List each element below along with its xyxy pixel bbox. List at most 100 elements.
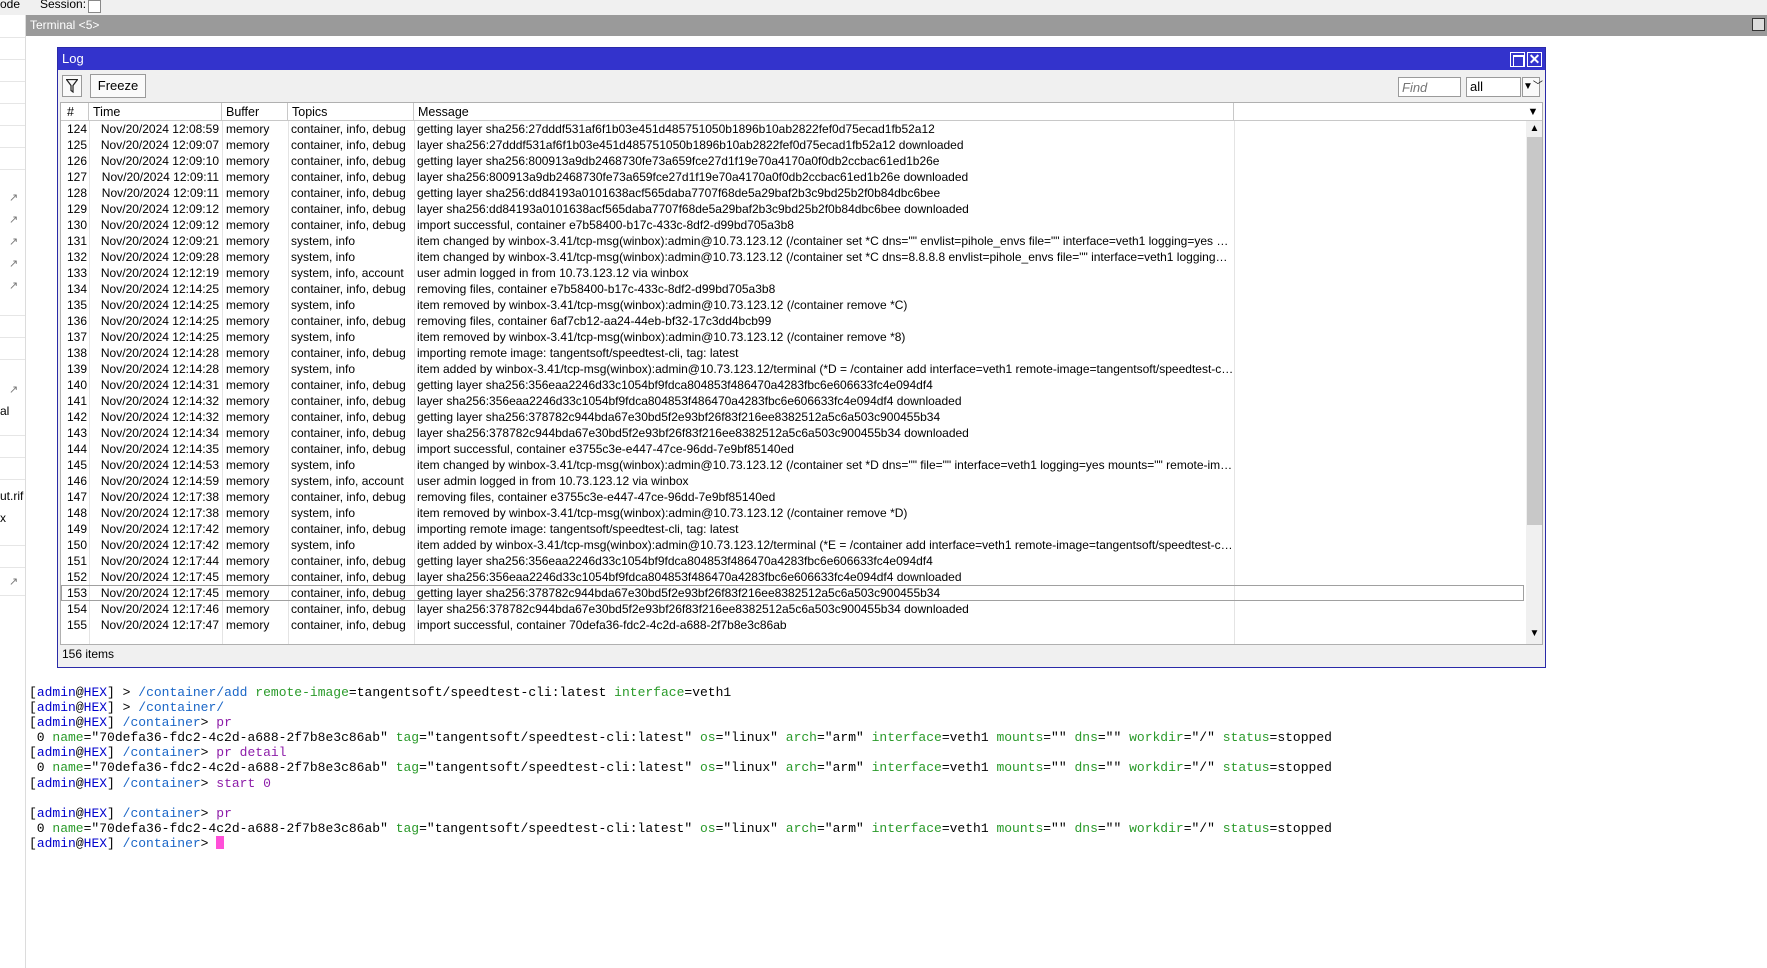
column-header-message[interactable]: Message — [414, 103, 1234, 121]
chevron-down-icon[interactable]: ▼ — [1524, 103, 1542, 121]
expand-arrow-icon[interactable]: ↗ — [9, 213, 18, 226]
freeze-button[interactable]: Freeze — [90, 74, 146, 98]
table-row[interactable]: 137 Nov/20/2024 12:14:25 memory system, inf… — [61, 329, 1524, 345]
table-row[interactable]: 141 Nov/20/2024 12:14:32 memory container, … — [61, 393, 1524, 409]
table-row[interactable]: 154 Nov/20/2024 12:17:46 memory container, … — [61, 601, 1524, 617]
table-row[interactable]: 153 Nov/20/2024 12:17:45 memory container, … — [61, 585, 1524, 601]
table-row[interactable]: 144 Nov/20/2024 12:14:35 memory container, … — [61, 441, 1524, 457]
table-row[interactable]: 143 Nov/20/2024 12:14:34 memory container, … — [61, 425, 1524, 441]
cell-message: importing remote image: tangentsoft/spee… — [417, 346, 739, 360]
table-row[interactable]: 131 Nov/20/2024 12:09:21 memory system, inf… — [61, 233, 1524, 249]
cell-num: 128 — [66, 186, 87, 200]
console-token: tag — [395, 760, 420, 776]
terminal-title-bar[interactable]: Terminal <5> — [26, 15, 1767, 36]
cell-buffer: memory — [226, 202, 270, 216]
gutter-divider — [0, 595, 25, 596]
cell-topics: system, info — [291, 362, 356, 376]
close-icon[interactable]: ✕ — [1527, 52, 1542, 67]
cell-topics: system, info — [291, 298, 356, 312]
table-row[interactable]: 126 Nov/20/2024 12:09:10 memory container, … — [61, 153, 1524, 169]
table-row[interactable]: 127 Nov/20/2024 12:09:11 memory container, … — [61, 169, 1524, 185]
table-row[interactable]: 139 Nov/20/2024 12:14:28 memory system, inf… — [61, 361, 1524, 377]
cell-buffer: memory — [226, 282, 270, 296]
vertical-scrollbar[interactable]: ▲ ▼ — [1526, 121, 1542, 644]
table-row[interactable]: 133 Nov/20/2024 12:12:19 memory system, inf… — [61, 265, 1524, 281]
column-header-topics[interactable]: Topics — [288, 103, 414, 121]
cell-message: getting layer sha256:356eaa2246d33c1054b… — [417, 378, 933, 392]
table-row[interactable]: 155 Nov/20/2024 12:17:47 memory container, … — [61, 617, 1524, 633]
cell-message: removing files, container e3755c3e-e447-… — [417, 490, 776, 504]
table-row[interactable]: 147 Nov/20/2024 12:17:38 memory container, … — [61, 489, 1524, 505]
table-row[interactable]: 129 Nov/20/2024 12:09:12 memory container, … — [61, 201, 1524, 217]
table-row[interactable]: 148 Nov/20/2024 12:17:38 memory system, inf… — [61, 505, 1524, 521]
log-title-bar[interactable]: Log — [58, 48, 1545, 70]
table-row[interactable]: 135 Nov/20/2024 12:14:25 memory system, inf… — [61, 297, 1524, 313]
table-row[interactable]: 145 Nov/20/2024 12:14:53 memory system, inf… — [61, 457, 1524, 473]
console-token: =stopped — [1269, 760, 1332, 776]
console-token: interface — [871, 820, 942, 836]
table-row[interactable]: 138 Nov/20/2024 12:14:28 memory container, … — [61, 345, 1524, 361]
cell-num: 126 — [66, 154, 87, 168]
cell-time: Nov/20/2024 12:14:25 — [100, 298, 219, 312]
table-row[interactable]: 150 Nov/20/2024 12:17:42 memory system, inf… — [61, 537, 1524, 553]
cell-num: 143 — [66, 426, 87, 440]
filter-select[interactable]: all — [1466, 77, 1521, 97]
session-checkbox[interactable] — [88, 0, 101, 13]
cell-time: Nov/20/2024 12:14:35 — [100, 442, 219, 456]
chevron-down-icon[interactable]: ▼﹀ — [1522, 77, 1543, 97]
console-token: HEX — [83, 715, 108, 731]
table-row[interactable]: 151 Nov/20/2024 12:17:44 memory container, … — [61, 553, 1524, 569]
console-token: tag — [395, 820, 420, 836]
gutter-divider — [0, 147, 25, 148]
expand-arrow-icon[interactable]: ↗ — [9, 575, 18, 588]
cell-num: 147 — [66, 490, 87, 504]
console-token: ="" — [1097, 820, 1130, 836]
cell-message: layer sha256:378782c944bda67e30bd5f2e93b… — [417, 602, 969, 616]
expand-arrow-icon[interactable]: ↗ — [9, 383, 18, 396]
find-input[interactable] — [1398, 77, 1461, 97]
cell-num: 135 — [66, 298, 87, 312]
arrow-up-icon[interactable]: ▲ — [1526, 121, 1542, 137]
filter-button[interactable] — [62, 75, 82, 97]
column-header-time[interactable]: Time — [89, 103, 222, 121]
cell-topics: container, info, debug — [291, 554, 406, 568]
table-row[interactable]: 132 Nov/20/2024 12:09:28 memory system, inf… — [61, 249, 1524, 265]
scrollbar-thumb[interactable] — [1527, 137, 1542, 525]
console-token: tag — [395, 730, 420, 746]
expand-arrow-icon[interactable]: ↗ — [9, 257, 18, 270]
table-row[interactable]: 146 Nov/20/2024 12:14:59 memory system, inf… — [61, 473, 1524, 489]
table-row[interactable]: 124 Nov/20/2024 12:08:59 memory container, … — [61, 121, 1524, 137]
console-token: [ — [29, 835, 37, 851]
column-header-num[interactable]: # — [61, 103, 89, 121]
cell-buffer: memory — [226, 266, 270, 280]
table-row[interactable]: 128 Nov/20/2024 12:09:11 memory container, … — [61, 185, 1524, 201]
gutter-divider — [0, 125, 25, 126]
restore-window-icon[interactable] — [1752, 18, 1765, 31]
terminal-console[interactable]: [admin@HEX] > /container/add remote-imag… — [29, 685, 1729, 851]
expand-arrow-icon[interactable]: ↗ — [9, 191, 18, 204]
cell-topics: system, info — [291, 250, 356, 264]
cell-buffer: memory — [226, 602, 270, 616]
console-token: ="linux" — [715, 730, 786, 746]
console-token: ="" — [1097, 760, 1130, 776]
expand-arrow-icon[interactable]: ↗ — [9, 279, 18, 292]
table-row[interactable]: 125 Nov/20/2024 12:09:07 memory container, … — [61, 137, 1524, 153]
cell-num: 127 — [66, 170, 87, 184]
gutter-divider — [0, 37, 25, 38]
restore-window-icon[interactable] — [1510, 52, 1525, 67]
table-row[interactable]: 136 Nov/20/2024 12:14:25 memory container, … — [61, 313, 1524, 329]
expand-arrow-icon[interactable]: ↗ — [9, 235, 18, 248]
cell-buffer: memory — [226, 618, 270, 632]
table-row[interactable]: 134 Nov/20/2024 12:14:25 memory container, … — [61, 281, 1524, 297]
table-row[interactable]: 149 Nov/20/2024 12:17:42 memory container, … — [61, 521, 1524, 537]
console-token: status — [1222, 730, 1270, 746]
table-row[interactable]: 142 Nov/20/2024 12:14:32 memory container, … — [61, 409, 1524, 425]
table-row[interactable]: 130 Nov/20/2024 12:09:12 memory container, … — [61, 217, 1524, 233]
column-header-buffer[interactable]: Buffer — [222, 103, 288, 121]
arrow-down-icon[interactable]: ▼ — [1526, 626, 1542, 642]
cell-buffer: memory — [226, 538, 270, 552]
table-row[interactable]: 140 Nov/20/2024 12:14:31 memory container, … — [61, 377, 1524, 393]
text-cursor — [216, 835, 225, 849]
cell-num: 130 — [66, 218, 87, 232]
table-row[interactable]: 152 Nov/20/2024 12:17:45 memory container, … — [61, 569, 1524, 585]
